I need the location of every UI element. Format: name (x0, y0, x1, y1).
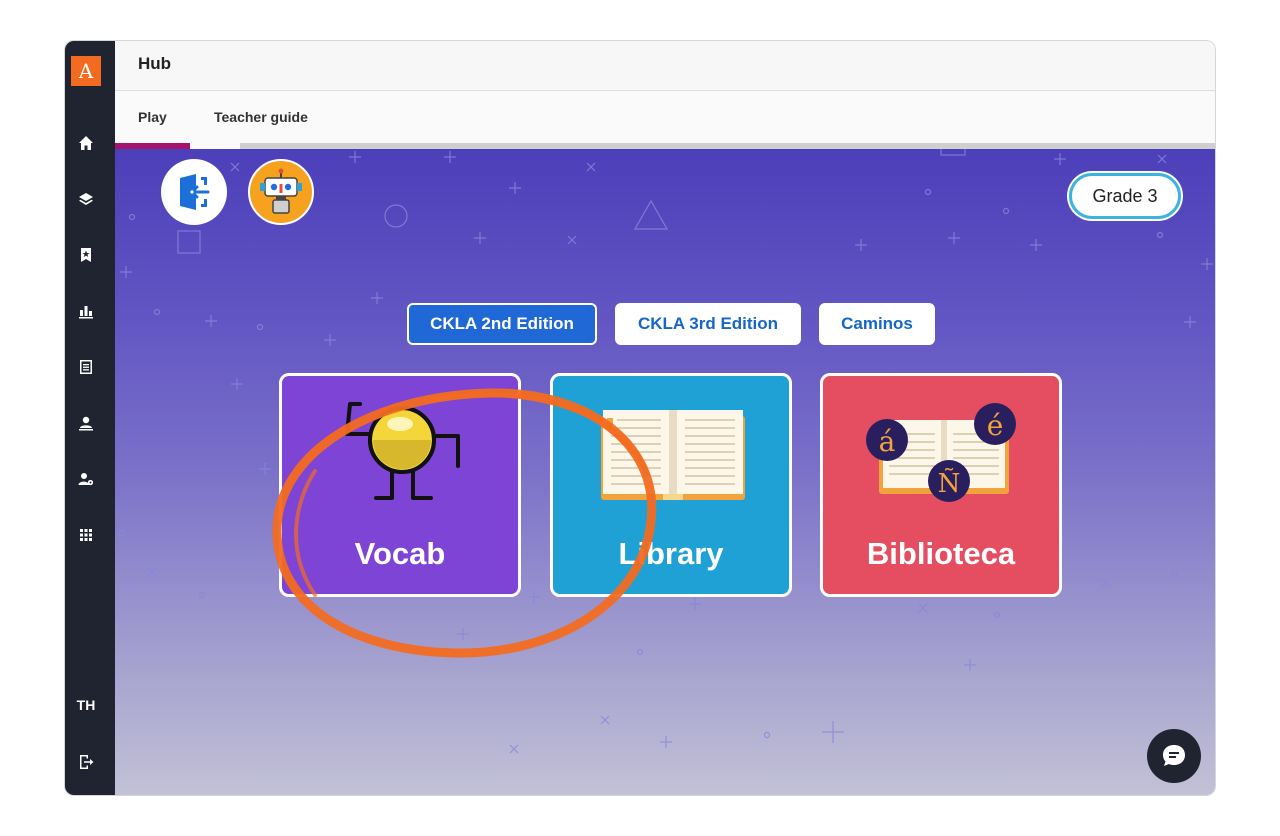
tab-teacher-guide[interactable]: Teacher guide (214, 109, 308, 125)
vocab-card-label: Vocab (354, 536, 446, 571)
bookmark-star-icon[interactable] (76, 245, 96, 265)
page-title: Hub (138, 54, 172, 73)
grade-selector[interactable]: Grade 3 (1069, 173, 1181, 219)
library-card-label: Library (618, 536, 724, 571)
vocab-character-icon (345, 402, 460, 500)
play-stage: Grade 3 CKLA 2nd Edition CKLA 3rd Editio… (115, 149, 1215, 795)
home-icon[interactable] (76, 133, 96, 153)
teacher-icon[interactable] (76, 413, 96, 433)
badge-e-accent: é (987, 409, 1004, 442)
sign-out-icon[interactable] (76, 752, 96, 772)
user-initials[interactable]: TH (65, 697, 107, 713)
robot-icon (260, 168, 302, 214)
tab-bar: Play Teacher guide (115, 91, 1215, 149)
nav-rail: A TH (65, 41, 115, 795)
library-card[interactable]: Library (550, 373, 792, 597)
edition-ckla-2nd-button[interactable]: CKLA 2nd Edition (407, 303, 597, 345)
chat-button[interactable] (1147, 729, 1201, 783)
robot-avatar-button[interactable] (248, 159, 314, 225)
exit-button[interactable] (161, 159, 227, 225)
biblioteca-card[interactable]: á é Ñ Biblioteca (820, 373, 1062, 597)
badge-n-tilde: Ñ (938, 467, 961, 499)
apps-grid-icon[interactable] (76, 525, 96, 545)
open-book-icon (601, 410, 745, 500)
tab-play[interactable]: Play (138, 109, 167, 125)
user-settings-icon[interactable] (76, 469, 96, 489)
spanish-book-icon: á é Ñ (866, 403, 1016, 502)
document-icon[interactable] (76, 357, 96, 377)
top-header: Hub (115, 41, 1215, 91)
app-window: A TH Hub Play Teacher guide Grade 3 CKLA… (64, 40, 1216, 796)
bar-chart-icon[interactable] (76, 301, 96, 321)
chat-bubble-icon (1163, 745, 1185, 766)
layers-icon[interactable] (76, 189, 96, 209)
door-exit-icon (180, 174, 210, 210)
edition-ckla-3rd-button[interactable]: CKLA 3rd Edition (615, 303, 801, 345)
badge-a-accent: á (879, 425, 896, 458)
vocab-card[interactable]: Vocab (279, 373, 521, 597)
biblioteca-card-label: Biblioteca (866, 536, 1016, 571)
app-logo[interactable]: A (71, 56, 101, 86)
edition-caminos-button[interactable]: Caminos (819, 303, 935, 345)
